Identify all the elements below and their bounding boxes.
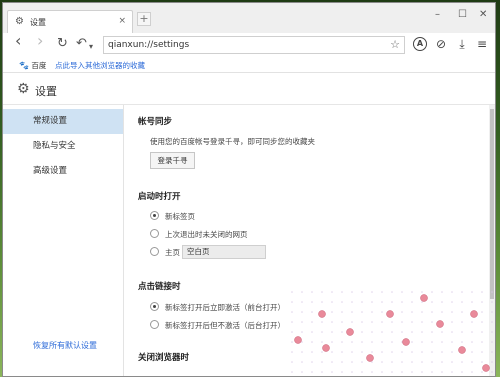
menu-icon[interactable]: ≡ [475,37,489,51]
page-title: 设置 [35,85,57,98]
startup-label-homepage: 主页 [165,248,180,257]
sidebar-item-general[interactable]: 常规设置 [3,109,123,134]
tab-settings[interactable]: ⚙ 设置 × [7,10,133,33]
new-tab-button[interactable]: + [137,12,151,26]
startup-radio-last-session[interactable] [150,229,159,238]
back-icon[interactable]: ‹ [15,33,21,49]
link-radio-background[interactable] [150,320,159,329]
close-window-icon[interactable]: ✕ [479,9,487,20]
link-label-background: 新标签打开后但不激活（后台打开） [165,321,285,330]
tab-close-icon[interactable]: × [118,16,126,26]
startup-label-last-session: 上次退出时未关闭的网页 [165,230,248,239]
bookmark-baidu-label: 百度 [31,61,47,70]
section-title-account: 帐号同步 [138,117,173,127]
minimize-icon[interactable]: – [435,9,440,20]
section-title-link: 点击链接时 [138,282,181,292]
section-title-startup: 启动时打开 [138,192,181,202]
maximize-icon[interactable]: ☐ [458,9,467,20]
account-description: 使用您的百度帐号登录千寻，即可同步您的收藏夹 [150,137,315,146]
undo-dropdown-icon[interactable]: ▾ [89,40,93,54]
gear-icon: ⚙ [17,81,30,97]
forward-icon[interactable]: › [37,33,43,49]
tab-bar: ⚙ 设置 × + – ☐ ✕ [3,3,495,33]
startup-radio-homepage[interactable] [150,247,159,256]
toolbar: ‹ › ↻ ↶ ▾ qianxun://settings ☆ A ⊘ ⤓ ≡ [3,33,495,57]
star-icon[interactable]: ☆ [390,38,400,51]
settings-sidebar: 常规设置 隐私与安全 高级设置 恢复所有默认设置 [3,105,124,376]
sidebar-item-privacy[interactable]: 隐私与安全 [3,134,123,159]
section-title-close: 关闭浏览器时 [138,353,190,363]
startup-radio-newtab[interactable] [150,211,159,220]
undo-icon[interactable]: ↶ [76,37,87,51]
settings-header: ⚙ 设置 [3,73,495,105]
homepage-input[interactable]: 空白页 [182,245,266,259]
address-url: qianxun://settings [108,40,190,50]
reload-icon[interactable]: ↻ [57,37,68,51]
import-bookmarks-link[interactable]: 点此导入其他浏览器的收藏 [55,60,145,71]
sidebar-item-advanced[interactable]: 高级设置 [3,159,123,184]
scrollbar-thumb[interactable] [490,109,494,299]
download-icon[interactable]: ⤓ [455,37,469,51]
bookmarks-bar: 🐾 百度 点此导入其他浏览器的收藏 [3,57,495,73]
startup-label-newtab: 新标签页 [165,212,195,221]
link-radio-foreground[interactable] [150,302,159,311]
gear-icon: ⚙ [15,16,24,27]
baidu-paw-icon: 🐾 [19,61,29,70]
restore-defaults-link[interactable]: 恢复所有默认设置 [33,340,97,351]
a-icon[interactable]: A [413,37,427,51]
compass-icon[interactable]: ⊘ [434,37,448,51]
link-label-foreground: 新标签打开后立即激活（前台打开） [165,303,285,312]
decorative-overlay [290,290,496,377]
address-bar[interactable]: qianxun://settings ☆ [103,36,405,54]
login-button[interactable]: 登录千寻 [150,152,195,169]
tab-title: 设置 [30,18,46,27]
bookmark-baidu[interactable]: 🐾 百度 [19,60,46,71]
